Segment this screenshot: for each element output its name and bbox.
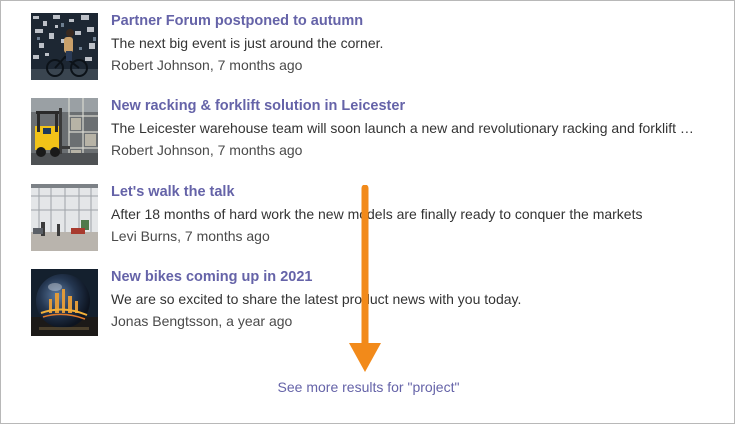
result-meta: Jonas Bengtsson, a year ago <box>111 313 293 329</box>
see-more-results-link[interactable]: See more results for "project" <box>1 378 735 396</box>
result-title-link[interactable]: Let's walk the talk <box>111 182 721 202</box>
result-excerpt: We are so excited to share the latest pr… <box>111 291 522 307</box>
result-title-link[interactable]: New racking & forklift solution in Leice… <box>111 96 721 116</box>
search-results-panel: Partner Forum postponed to autumn The ne… <box>0 0 735 424</box>
crystal-ball-thumbnail[interactable] <box>31 269 98 336</box>
result-meta: Robert Johnson, 7 months ago <box>111 142 303 158</box>
result-title-link[interactable]: Partner Forum postponed to autumn <box>111 11 721 31</box>
list-item[interactable]: Partner Forum postponed to autumn The ne… <box>31 13 721 81</box>
list-item[interactable]: Let's walk the talk After 18 months of h… <box>31 184 721 252</box>
forklift-photo-icon <box>31 98 98 165</box>
result-excerpt: The next big event is just around the co… <box>111 35 384 51</box>
cyclist-thumbnail[interactable] <box>31 13 98 80</box>
result-title-link[interactable]: New bikes coming up in 2021 <box>111 267 721 287</box>
result-excerpt: The Leicester warehouse team will soon l… <box>111 120 694 136</box>
forklift-thumbnail[interactable] <box>31 98 98 165</box>
office-lobby-thumbnail[interactable] <box>31 184 98 251</box>
office-lobby-photo-icon <box>31 184 98 251</box>
result-excerpt: After 18 months of hard work the new mod… <box>111 206 643 222</box>
crystal-ball-photo-icon <box>31 269 98 336</box>
cyclist-photo-icon <box>31 13 98 80</box>
result-meta: Robert Johnson, 7 months ago <box>111 57 303 73</box>
list-item[interactable]: New racking & forklift solution in Leice… <box>31 98 721 166</box>
list-item[interactable]: New bikes coming up in 2021 We are so ex… <box>31 269 721 337</box>
result-meta: Levi Burns, 7 months ago <box>111 228 270 244</box>
